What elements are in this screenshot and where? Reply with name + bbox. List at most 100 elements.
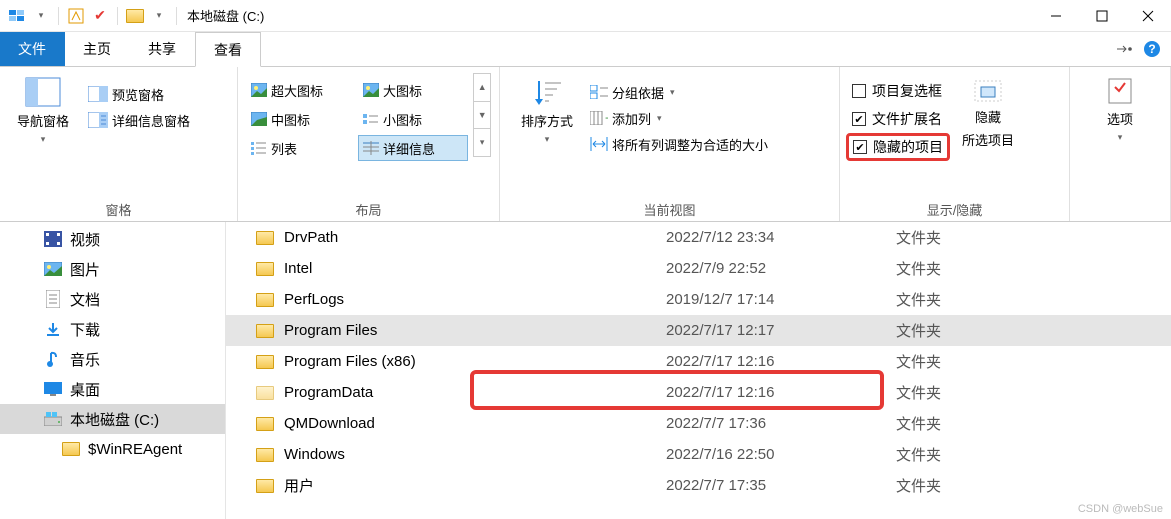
chevron-down-icon[interactable]: ▾: [30, 5, 52, 27]
file-name: Program Files: [284, 322, 377, 339]
folder-icon: [256, 324, 274, 338]
picture-icon: [44, 260, 62, 278]
file-type: 文件夹: [896, 289, 941, 310]
file-type: 文件夹: [896, 320, 941, 341]
file-row[interactable]: DrvPath 2022/7/12 23:34文件夹: [226, 222, 1171, 253]
folder-icon: [256, 386, 274, 400]
document-icon: [44, 290, 62, 308]
layout-list[interactable]: 列表: [246, 135, 356, 161]
minimize-button[interactable]: [1033, 0, 1079, 32]
file-date: 2022/7/17 12:16: [666, 353, 896, 370]
folder-icon: [256, 231, 274, 245]
scroll-up-icon[interactable]: ▲: [474, 74, 490, 102]
scroll-down-icon[interactable]: ▼: [474, 102, 490, 130]
layout-large[interactable]: 大图标: [358, 77, 468, 103]
sort-button[interactable]: 排序方式 ▾: [508, 71, 586, 145]
tab-home[interactable]: 主页: [65, 32, 130, 66]
file-name: Program Files (x86): [284, 353, 416, 370]
file-type: 文件夹: [896, 258, 941, 279]
layout-scroll[interactable]: ▲ ▼ ▾: [473, 73, 491, 157]
layout-small[interactable]: 小图标: [358, 106, 468, 132]
tab-share[interactable]: 共享: [130, 32, 195, 66]
file-list[interactable]: DrvPath2022/7/12 23:34文件夹Intel2022/7/9 2…: [226, 222, 1171, 519]
folder-icon: [256, 479, 274, 493]
tree-item[interactable]: $WinREAgent: [0, 434, 225, 464]
minimize-ribbon-icon[interactable]: [1115, 40, 1133, 58]
preview-pane-button[interactable]: 预览窗格: [84, 81, 194, 107]
file-extensions-toggle[interactable]: ✔ 文件扩展名: [848, 105, 948, 133]
item-checkboxes-toggle[interactable]: 项目复选框: [848, 77, 948, 105]
file-date: 2022/7/17 12:17: [666, 322, 896, 339]
scroll-more-icon[interactable]: ▾: [474, 129, 490, 156]
maximize-button[interactable]: [1079, 0, 1125, 32]
tree-item[interactable]: 视频: [0, 224, 225, 254]
tree-item-label: 下载: [70, 319, 100, 340]
window-title: 本地磁盘 (C:): [187, 6, 264, 25]
chevron-down-icon[interactable]: ▾: [148, 5, 170, 27]
checkbox-icon: [852, 84, 866, 98]
file-type: 文件夹: [896, 227, 941, 248]
navigation-tree[interactable]: 视频图片文档下载音乐桌面本地磁盘 (C:)$WinREAgent: [0, 222, 226, 519]
layout-options: 超大图标 大图标 中图标 小图标 列表 详细信息: [246, 73, 471, 161]
download-icon: [44, 320, 62, 338]
file-date: 2022/7/7 17:36: [666, 415, 896, 432]
tree-item-label: 视频: [70, 229, 100, 250]
properties-icon[interactable]: [65, 5, 87, 27]
file-row[interactable]: QMDownload2022/7/7 17:36文件夹: [226, 408, 1171, 439]
content-area: 视频图片文档下载音乐桌面本地磁盘 (C:)$WinREAgent DrvPath…: [0, 222, 1171, 519]
drive-icon: [44, 410, 62, 428]
file-row[interactable]: Program Files 2022/7/17 12:17文件夹: [226, 315, 1171, 346]
tree-item[interactable]: 图片: [0, 254, 225, 284]
file-row[interactable]: PerfLogs2019/12/7 17:14文件夹: [226, 284, 1171, 315]
file-name: ProgramData: [284, 384, 373, 401]
autosize-columns-button[interactable]: 将所有列调整为合适的大小: [586, 131, 772, 157]
group-by-button[interactable]: 分组依据 ▾: [586, 79, 772, 105]
tab-view[interactable]: 查看: [195, 32, 261, 67]
tree-item[interactable]: 桌面: [0, 374, 225, 404]
title-bar: ▾ ✔ ▾ 本地磁盘 (C:): [0, 0, 1171, 32]
file-date: 2022/7/16 22:50: [666, 446, 896, 463]
file-row[interactable]: Program Files (x86) 2022/7/17 12:16文件夹: [226, 346, 1171, 377]
layout-extra-large[interactable]: 超大图标: [246, 77, 356, 103]
quick-access-toolbar: ▾ ✔ ▾: [0, 5, 181, 27]
file-date: 2022/7/12 23:34: [666, 229, 896, 246]
group-label-show-hide: 显示/隐藏: [848, 196, 1061, 221]
tree-item-label: 桌面: [70, 379, 100, 400]
help-icon[interactable]: ?: [1143, 40, 1161, 58]
hide-selected-button[interactable]: 隐藏 所选项目: [952, 71, 1024, 149]
add-columns-button[interactable]: + 添加列 ▾: [586, 105, 772, 131]
file-row[interactable]: 用户2022/7/7 17:35文件夹: [226, 470, 1171, 501]
file-name: 用户: [284, 475, 314, 496]
tree-item[interactable]: 下载: [0, 314, 225, 344]
svg-text:+: +: [605, 111, 608, 125]
file-row[interactable]: Intel2022/7/9 22:52文件夹: [226, 253, 1171, 284]
file-date: 2019/12/7 17:14: [666, 291, 896, 308]
navigation-pane-button[interactable]: 导航窗格 ▾: [8, 71, 78, 145]
hidden-items-toggle[interactable]: ✔ 隐藏的项目: [846, 133, 950, 161]
tree-item[interactable]: 本地磁盘 (C:): [0, 404, 225, 434]
tree-item[interactable]: 音乐: [0, 344, 225, 374]
folder-icon: [256, 448, 274, 462]
tree-item[interactable]: 文档: [0, 284, 225, 314]
file-row[interactable]: Windows2022/7/16 22:50文件夹: [226, 439, 1171, 470]
layout-medium[interactable]: 中图标: [246, 106, 356, 132]
close-button[interactable]: [1125, 0, 1171, 32]
file-type: 文件夹: [896, 382, 941, 403]
checkbox-checked-icon: ✔: [853, 140, 867, 154]
divider: [117, 7, 118, 25]
file-name: DrvPath: [284, 229, 338, 246]
folder-icon: [62, 440, 80, 458]
file-type: 文件夹: [896, 475, 941, 496]
options-button[interactable]: 选项 ▾: [1085, 71, 1155, 143]
tab-file[interactable]: 文件: [0, 32, 65, 66]
chevron-down-icon: ▾: [1118, 132, 1123, 143]
folder-icon: [256, 355, 274, 369]
file-row[interactable]: ProgramData2022/7/17 12:16文件夹: [226, 377, 1171, 408]
video-icon: [44, 230, 62, 248]
file-type: 文件夹: [896, 351, 941, 372]
tree-item-label: 文档: [70, 289, 100, 310]
details-pane-button[interactable]: 详细信息窗格: [84, 107, 194, 133]
layout-details[interactable]: 详细信息: [358, 135, 468, 161]
ribbon-tabs: 文件 主页 共享 查看 ?: [0, 32, 1171, 66]
folder-icon: [124, 5, 146, 27]
